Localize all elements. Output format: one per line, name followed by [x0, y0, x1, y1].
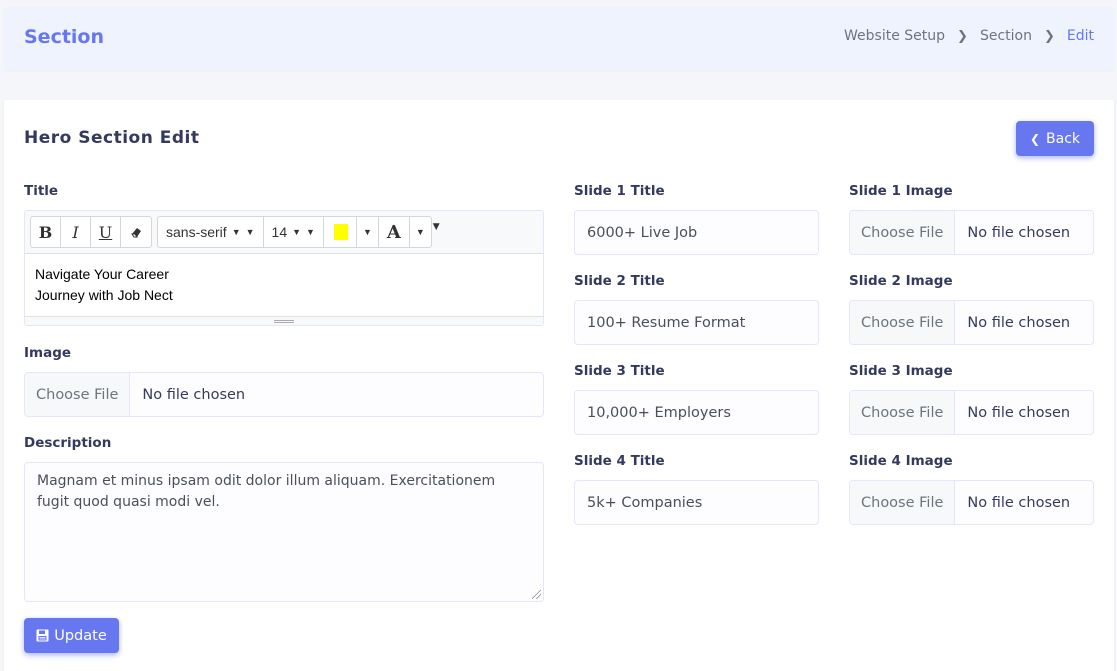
caret-down-icon: ▼	[292, 227, 302, 237]
update-button-label: Update	[54, 627, 107, 644]
description-label: Description	[24, 435, 112, 451]
slide-4-title-label: Slide 4 Title	[574, 453, 665, 469]
slide-1-image-file-input[interactable]: Choose File No file chosen	[849, 210, 1094, 255]
choose-file-button[interactable]: Choose File	[850, 391, 956, 434]
title-rich-text-editor[interactable]: B I U sans-serif ▼ ▼ 14 ▼ ▼ ▼ A ▼ ▼ Navi…	[24, 210, 544, 326]
editor-line: Journey with Job Nect	[35, 287, 173, 303]
title-label: Title	[24, 183, 59, 199]
highlight-color-button[interactable]	[324, 217, 357, 247]
back-button-label: Back	[1046, 130, 1081, 147]
font-size-dropdown[interactable]: 14 ▼ ▼	[264, 217, 324, 247]
caret-down-icon: ▼	[245, 227, 255, 237]
eraser-icon[interactable]	[121, 217, 151, 247]
chevron-right-icon: ❯	[1043, 28, 1055, 44]
slide-4-title-input[interactable]: 5k+ Companies	[574, 480, 819, 525]
hero-section-card: Hero Section Edit ❮ Back Title B I U san…	[4, 100, 1114, 671]
resize-grip-icon[interactable]	[532, 590, 541, 599]
caret-down-icon: ▼	[432, 222, 440, 232]
chevron-left-icon: ❮	[1029, 131, 1041, 146]
underline-icon[interactable]: U	[91, 217, 121, 247]
caret-down-icon: ▼	[362, 227, 372, 237]
no-file-chosen-text: No file chosen	[967, 314, 1071, 331]
slide-2-image-label: Slide 2 Image	[849, 273, 953, 289]
text-color-dropdown[interactable]: ▼	[410, 217, 431, 247]
no-file-chosen-text: No file chosen	[967, 404, 1071, 421]
chevron-right-icon: ❯	[957, 28, 968, 44]
slide-3-title-label: Slide 3 Title	[574, 363, 665, 379]
choose-file-button[interactable]: Choose File	[850, 301, 956, 344]
section-header: Section Website Setup ❯ Section ❯ Edit	[4, 7, 1114, 70]
italic-icon[interactable]: I	[61, 217, 91, 247]
style-button-group: B I U	[30, 216, 152, 248]
save-icon	[36, 629, 49, 642]
breadcrumb-item-website-setup[interactable]: Website Setup	[844, 28, 945, 44]
image-label: Image	[24, 345, 72, 361]
slide-3-title-value: 10,000+ Employers	[587, 404, 731, 421]
font-family-value: sans-serif	[166, 224, 227, 240]
no-file-chosen-text: No file chosen	[967, 494, 1071, 511]
choose-file-button[interactable]: Choose File	[850, 211, 956, 254]
font-family-dropdown[interactable]: sans-serif ▼ ▼	[158, 217, 264, 247]
slide-3-title-input[interactable]: 10,000+ Employers	[574, 390, 819, 435]
update-button[interactable]: Update	[24, 618, 119, 653]
slide-1-title-input[interactable]: 6000+ Live Job	[574, 210, 819, 255]
breadcrumb-item-section[interactable]: Section	[980, 28, 1032, 44]
choose-file-button[interactable]: Choose File	[850, 481, 956, 524]
editor-line: Navigate Your Career	[35, 266, 169, 282]
slide-4-title-value: 5k+ Companies	[587, 494, 703, 511]
caret-down-icon: ▼	[231, 227, 241, 237]
bold-icon[interactable]: B	[31, 217, 61, 247]
text-color-icon[interactable]: A	[379, 217, 410, 247]
no-file-chosen-text: No file chosen	[142, 386, 246, 403]
image-file-input[interactable]: Choose File No file chosen	[24, 372, 544, 417]
highlight-color-dropdown[interactable]: ▼	[357, 217, 379, 247]
font-size-value: 14	[271, 224, 288, 240]
description-value: Magnam et minus ipsam odit dolor illum a…	[37, 473, 496, 510]
font-button-group: sans-serif ▼ ▼ 14 ▼ ▼ ▼ A ▼	[157, 216, 432, 248]
slide-4-image-file-input[interactable]: Choose File No file chosen	[849, 480, 1094, 525]
choose-file-button[interactable]: Choose File	[25, 373, 131, 416]
editor-toolbar: B I U sans-serif ▼ ▼ 14 ▼ ▼ ▼ A ▼ ▼	[25, 211, 543, 254]
slide-3-image-file-input[interactable]: Choose File No file chosen	[849, 390, 1094, 435]
slide-2-title-value: 100+ Resume Format	[587, 314, 746, 331]
breadcrumb-item-edit: Edit	[1066, 28, 1094, 44]
slide-2-image-file-input[interactable]: Choose File No file chosen	[849, 300, 1094, 345]
description-textarea[interactable]: Magnam et minus ipsam odit dolor illum a…	[24, 462, 544, 602]
slide-3-image-label: Slide 3 Image	[849, 363, 953, 379]
slide-1-title-value: 6000+ Live Job	[587, 224, 698, 241]
back-button[interactable]: ❮ Back	[1016, 121, 1094, 156]
highlight-swatch	[333, 224, 348, 240]
card-title: Hero Section Edit	[24, 128, 200, 148]
slide-2-title-label: Slide 2 Title	[574, 273, 665, 289]
slide-1-title-label: Slide 1 Title	[574, 183, 665, 199]
editor-content[interactable]: Navigate Your Career Journey with Job Ne…	[25, 254, 543, 316]
caret-down-icon: ▼	[415, 227, 425, 237]
slide-2-title-input[interactable]: 100+ Resume Format	[574, 300, 819, 345]
slide-4-image-label: Slide 4 Image	[849, 453, 953, 469]
editor-resize-handle[interactable]	[25, 316, 543, 325]
page-title: Section	[24, 26, 105, 48]
caret-down-icon: ▼	[306, 227, 315, 237]
no-file-chosen-text: No file chosen	[967, 224, 1071, 241]
slide-1-image-label: Slide 1 Image	[849, 183, 953, 199]
breadcrumb: Website Setup ❯ Section ❯ Edit	[844, 28, 1094, 44]
